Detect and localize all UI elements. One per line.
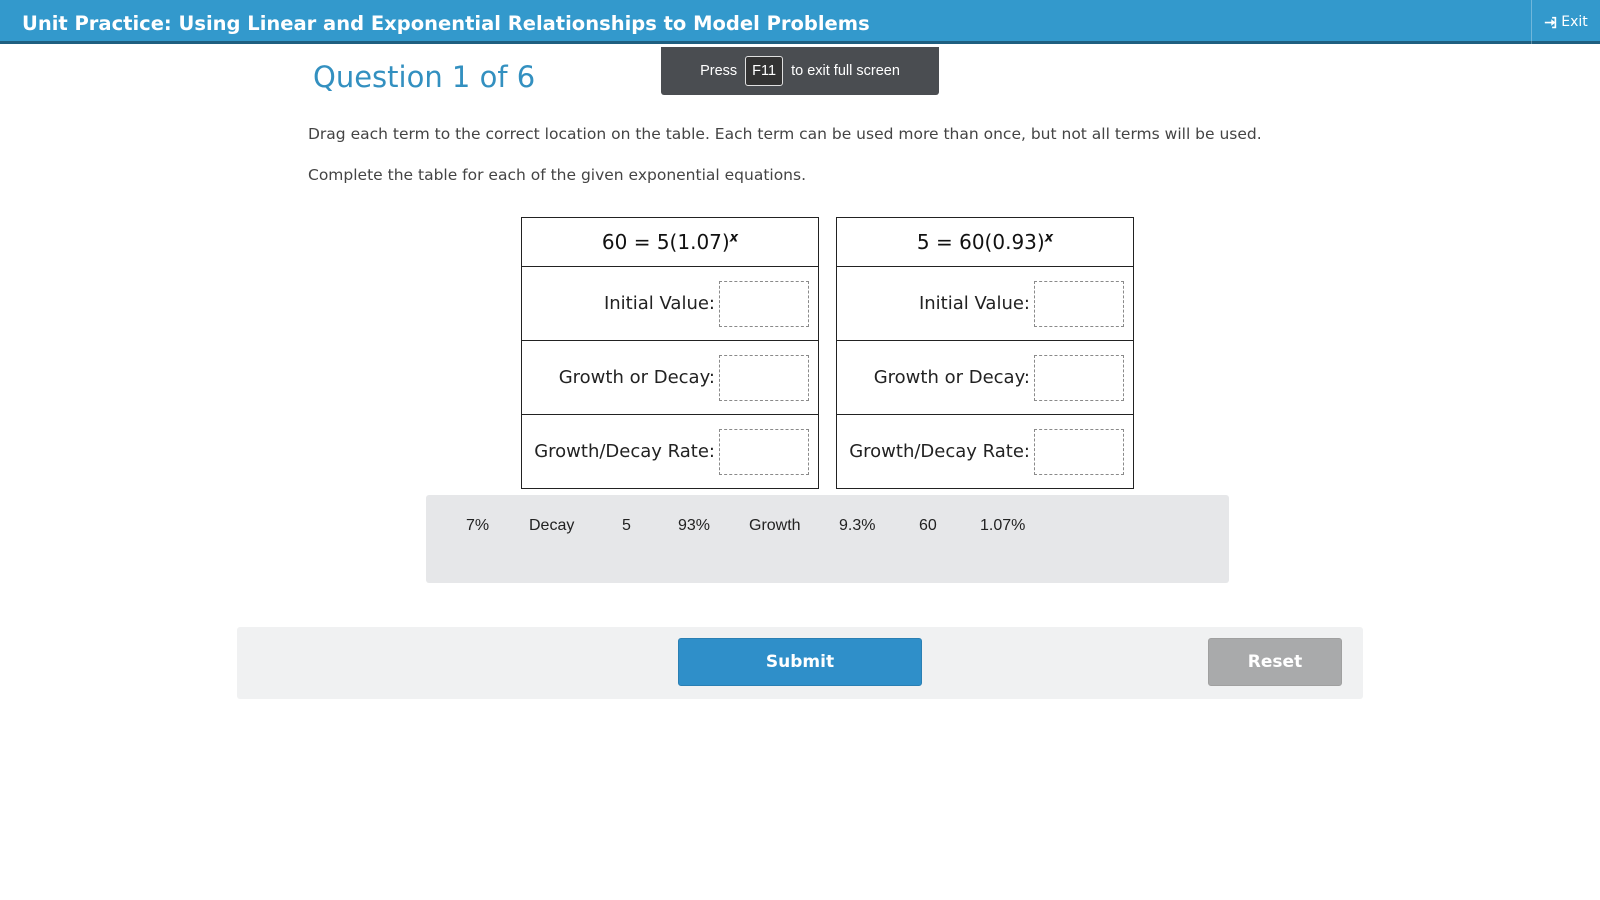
equation-text: 5 = 60(0.93): [916, 230, 1045, 254]
reset-button[interactable]: Reset: [1208, 638, 1342, 686]
exit-button[interactable]: Exit: [1531, 0, 1600, 44]
term-60[interactable]: 60: [919, 517, 937, 535]
fullscreen-notice: Press F11 to exit full screen: [661, 47, 939, 95]
initial-value-drop-zone[interactable]: [1034, 280, 1124, 327]
growth-or-decay-label: Growth or Decay:: [873, 367, 1030, 388]
rate-drop-zone[interactable]: [1034, 428, 1124, 475]
equation-exponent: x: [729, 230, 739, 246]
exit-label: Exit: [1561, 14, 1588, 30]
growth-or-decay-drop-zone[interactable]: [719, 354, 809, 401]
term-9-3-percent[interactable]: 9.3%: [839, 517, 875, 535]
term-93-percent[interactable]: 93%: [678, 517, 710, 535]
fullscreen-press-text: Press: [700, 63, 738, 79]
term-7-percent[interactable]: 7%: [466, 517, 489, 535]
instruction-complete: Complete the table for each of the given…: [308, 166, 807, 184]
instruction-drag: Drag each term to the correct location o…: [308, 125, 1262, 143]
term-5[interactable]: 5: [622, 517, 631, 535]
fullscreen-suffix-text: to exit full screen: [791, 63, 900, 79]
rate-label: Growth/Decay Rate:: [534, 441, 715, 462]
term-bank: 7% Decay 5 93% Growth 9.3% 60 1.07%: [426, 495, 1229, 583]
question-title: Question 1 of 6: [313, 60, 536, 94]
equation-header: 5 = 60(0.93)x: [836, 217, 1134, 267]
growth-or-decay-drop-zone[interactable]: [1034, 354, 1124, 401]
term-growth[interactable]: Growth: [749, 517, 801, 535]
initial-value-label: Initial Value:: [918, 293, 1030, 314]
f11-key: F11: [745, 56, 784, 86]
app-header: Unit Practice: Using Linear and Exponent…: [0, 0, 1600, 44]
sign-out-icon: [1545, 16, 1557, 28]
submit-button[interactable]: Submit: [678, 638, 922, 686]
initial-value-label: Initial Value:: [603, 293, 715, 314]
equation-header: 60 = 5(1.07)x: [521, 217, 819, 267]
rate-drop-zone[interactable]: [719, 428, 809, 475]
equation-table-2: 5 = 60(0.93)x Initial Value: Growth or D…: [836, 217, 1134, 489]
growth-or-decay-label: Growth or Decay:: [558, 367, 715, 388]
equation-exponent: x: [1044, 230, 1054, 246]
term-1-07-percent[interactable]: 1.07%: [980, 517, 1025, 535]
equation-text: 60 = 5(1.07): [601, 230, 730, 254]
initial-value-drop-zone[interactable]: [719, 280, 809, 327]
page-title: Unit Practice: Using Linear and Exponent…: [22, 12, 870, 35]
equation-table-1: 60 = 5(1.07)x Initial Value: Growth or D…: [521, 217, 819, 489]
action-footer: Submit Reset: [237, 627, 1363, 699]
rate-label: Growth/Decay Rate:: [849, 441, 1030, 462]
term-decay[interactable]: Decay: [529, 517, 574, 535]
